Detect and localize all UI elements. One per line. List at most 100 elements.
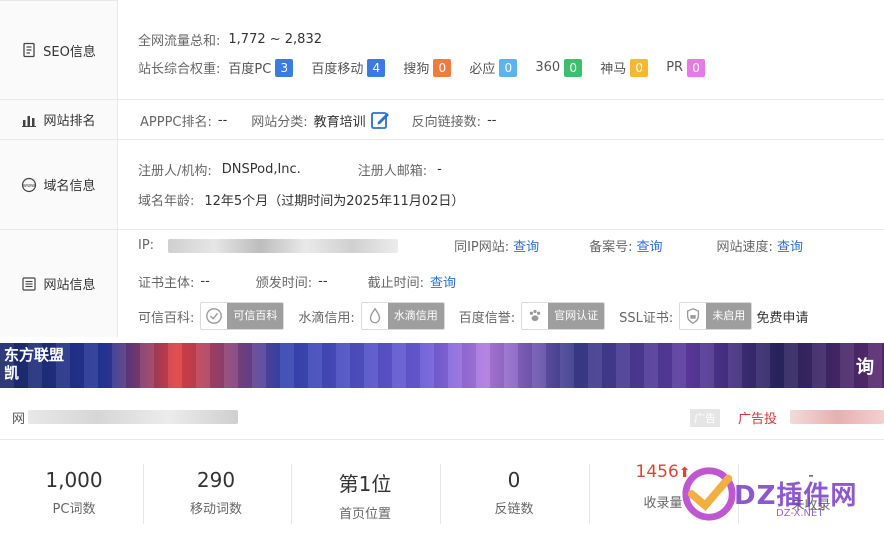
same-ip-query-link[interactable]: 查询 bbox=[513, 236, 539, 255]
ad-banner[interactable]: 东方联盟 凯 询 bbox=[0, 343, 884, 388]
bar-chart-icon bbox=[22, 115, 37, 127]
cert-subject-value: -- bbox=[200, 274, 210, 289]
registrant-email-label: 注册人邮箱: bbox=[357, 164, 428, 179]
ad-banner-text-right: 询 bbox=[856, 357, 874, 378]
stat-mobile-keywords-value: 290 bbox=[196, 468, 236, 492]
site-rank-label: 网站排名 bbox=[43, 114, 96, 129]
cert-subject-label: 证书主体: bbox=[138, 276, 195, 291]
shield-seal-icon bbox=[206, 308, 223, 324]
apppc-rank-value: -- bbox=[217, 112, 228, 128]
paw-icon bbox=[529, 309, 541, 322]
shuidi-badge-text: 水滴信用 bbox=[387, 303, 444, 329]
cert-line: 证书主体: -- 颁发时间: -- 截止时间: 查询 bbox=[138, 272, 456, 291]
registrant-email-value: - bbox=[437, 162, 442, 177]
stat-indexed-value: 1456 bbox=[635, 462, 679, 482]
stat-home-position[interactable]: 第1位 首页位置 bbox=[291, 450, 439, 522]
ad-banner-text-left-1: 东方联盟 bbox=[4, 346, 65, 364]
ssl-badge[interactable]: 未启用 bbox=[679, 302, 753, 330]
ad-link-blurred bbox=[790, 410, 884, 424]
ssl-label: SSL证书: bbox=[619, 310, 674, 326]
kexin-badge[interactable]: 可信百科 bbox=[200, 302, 285, 330]
domain-age-value: 12年5个月（过期时间为2025年11月02日） bbox=[204, 194, 465, 209]
kexin-badge-text: 可信百科 bbox=[227, 303, 284, 329]
weight-sogou-name: 搜狗 bbox=[403, 62, 430, 77]
weight-shenma-badge[interactable]: 0 bbox=[630, 58, 649, 77]
weight-baidu-pc-badge[interactable]: 3 bbox=[275, 58, 294, 77]
weight-baidu-pc-name: 百度PC bbox=[228, 62, 272, 77]
dz-logo-icon bbox=[682, 467, 736, 521]
registrant-line: 注册人/机构: DNSPod,Inc. 注册人邮箱: - bbox=[138, 160, 442, 179]
weight-baidu-mobile-name: 百度移动 bbox=[311, 62, 364, 77]
weight-bing-badge[interactable]: 0 bbox=[499, 58, 518, 77]
weight-360-badge[interactable]: 0 bbox=[564, 58, 583, 77]
ssl-shield-icon bbox=[687, 308, 700, 324]
ad-row-blurred-text bbox=[28, 410, 238, 424]
baidu-credit-label: 百度信誉: bbox=[458, 310, 516, 326]
seo-info-label: SEO信息 bbox=[43, 44, 96, 60]
expire-query-link[interactable]: 查询 bbox=[430, 272, 456, 291]
stat-pc-keywords-label: PC词数 bbox=[52, 502, 96, 517]
weight-sogou-badge[interactable]: 0 bbox=[433, 58, 452, 77]
site-info-row: 网站信息 IP: 同IP网站: 查询 备案号: 查询 网站速度: 查询 证书主体… bbox=[0, 230, 884, 337]
stat-home-position-value: 第1位 bbox=[338, 472, 392, 496]
seo-info-label-cell: SEO信息 bbox=[0, 0, 118, 99]
stat-backlinks[interactable]: 0 反链数 bbox=[440, 450, 588, 517]
weight-baidu-mobile-badge[interactable]: 4 bbox=[367, 58, 386, 77]
expire-time-label: 截止时间: bbox=[367, 276, 424, 291]
backlinks-label: 反向链接数: bbox=[411, 114, 482, 130]
credit-line: 可信百科: 可信百科 水滴信用: 水滴信用 百度信誉: 官网认证 SSL证书: … bbox=[138, 302, 808, 330]
ad-row-text: 网 bbox=[12, 412, 26, 427]
site-rank-row: 网站排名 APPPC排名: -- 网站分类: 教育培训 反向链接数: -- bbox=[0, 100, 884, 140]
same-ip-label: 同IP网站: bbox=[454, 240, 510, 255]
ip-value-blurred bbox=[168, 238, 399, 253]
domain-info-row: www 域名信息 注册人/机构: DNSPod,Inc. 注册人邮箱: - 域名… bbox=[0, 140, 884, 230]
ssl-free-apply-link[interactable]: 免费申请 bbox=[756, 307, 808, 326]
domain-info-label: 域名信息 bbox=[43, 179, 96, 194]
total-traffic-label: 全网流量总和: bbox=[138, 34, 221, 49]
site-rank-label-cell: 网站排名 bbox=[0, 100, 118, 139]
stat-mobile-keywords[interactable]: 290 移动词数 bbox=[142, 450, 290, 517]
ad-placement-link[interactable]: 广告投 bbox=[738, 408, 777, 427]
weight-bing-name: 必应 bbox=[469, 62, 496, 77]
water-drop-icon bbox=[369, 307, 380, 324]
category-label: 网站分类: bbox=[251, 114, 308, 130]
issue-time-value: -- bbox=[318, 274, 328, 289]
www-globe-icon: www bbox=[22, 177, 37, 192]
watermark-brand: DZ插件网 bbox=[734, 481, 858, 511]
seo-info-row: SEO信息 全网流量总和: 1,772 ~ 2,832 站长综合权重: 百度PC… bbox=[0, 0, 884, 100]
domain-info-label-cell: www 域名信息 bbox=[0, 140, 118, 229]
icp-label: 备案号: bbox=[589, 240, 633, 255]
weight-label: 站长综合权重: bbox=[138, 62, 221, 77]
category-value: 教育培训 bbox=[313, 114, 366, 130]
registrant-value: DNSPod,Inc. bbox=[221, 162, 301, 177]
registrant-label: 注册人/机构: bbox=[138, 164, 212, 179]
stat-pc-keywords[interactable]: 1,000 PC词数 bbox=[0, 450, 148, 517]
site-info-label-cell: 网站信息 bbox=[0, 230, 118, 337]
domain-age-line: 域名年龄: 12年5个月（过期时间为2025年11月02日） bbox=[138, 190, 464, 209]
stat-home-position-label: 首页位置 bbox=[338, 507, 391, 522]
stat-mobile-keywords-label: 移动词数 bbox=[189, 502, 242, 517]
site-info-label: 网站信息 bbox=[43, 278, 96, 293]
kexin-label: 可信百科: bbox=[138, 310, 195, 326]
weight-pr-name: PR bbox=[666, 60, 684, 75]
svg-text:www: www bbox=[23, 183, 35, 189]
edit-icon[interactable] bbox=[370, 110, 390, 130]
ad-banner-text-left-2: 凯 bbox=[4, 364, 20, 382]
weight-360-name: 360 bbox=[535, 60, 561, 75]
issue-time-label: 颁发时间: bbox=[255, 276, 313, 291]
stat-pc-keywords-value: 1,000 bbox=[45, 468, 103, 492]
document-icon bbox=[23, 42, 35, 58]
shuidi-badge[interactable]: 水滴信用 bbox=[360, 302, 445, 330]
weight-pr-badge[interactable]: 0 bbox=[687, 58, 706, 77]
baidu-credit-badge-text: 官网认证 bbox=[548, 303, 605, 329]
shuidi-label: 水滴信用: bbox=[298, 310, 355, 326]
ssl-badge-text: 未启用 bbox=[706, 303, 752, 329]
baidu-credit-badge[interactable]: 官网认证 bbox=[521, 302, 606, 330]
icp-query-link[interactable]: 查询 bbox=[637, 236, 663, 255]
speed-label: 网站速度: bbox=[716, 240, 773, 255]
speed-query-link[interactable]: 查询 bbox=[777, 236, 803, 255]
total-traffic-value: 1,772 ~ 2,832 bbox=[228, 32, 322, 47]
watermark-url: DZ-X.NET bbox=[776, 508, 824, 519]
watermark: DZ插件网 DZ-X.NET bbox=[680, 465, 880, 525]
rank-line: APPPC排名: -- 网站分类: 教育培训 反向链接数: -- bbox=[140, 110, 496, 130]
